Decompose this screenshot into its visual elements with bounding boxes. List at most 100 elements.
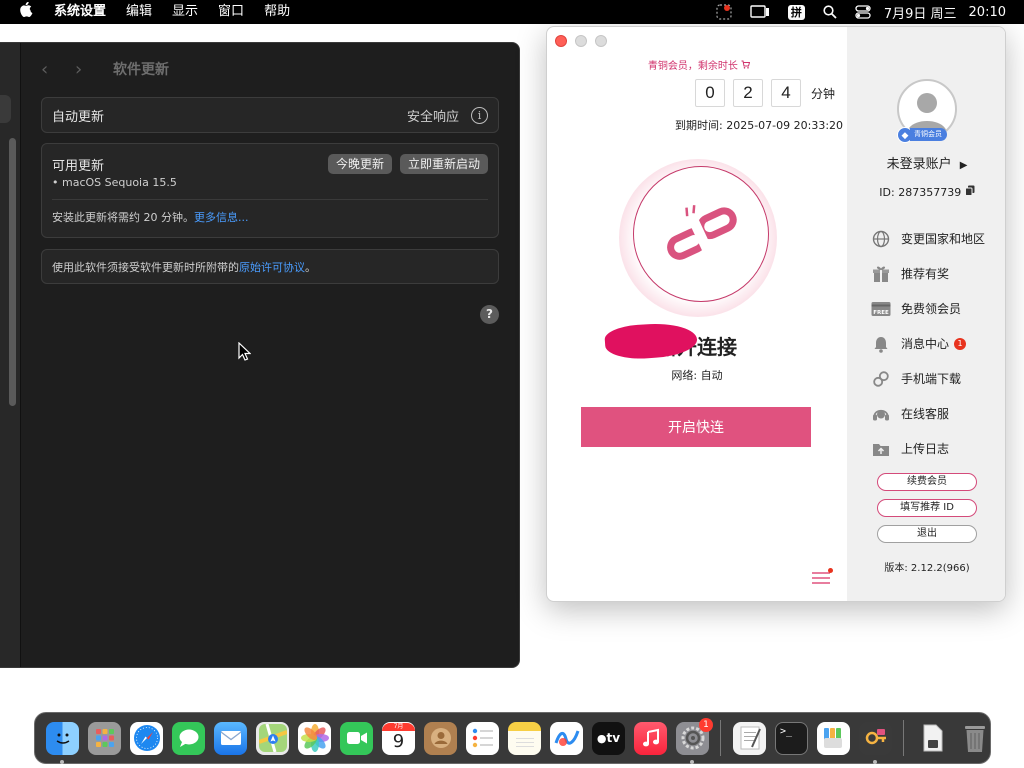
minimize-window-button[interactable] (575, 35, 587, 47)
menu-upload-log[interactable]: 上传日志 (871, 431, 985, 466)
account-id: ID: 287357739 (847, 185, 1005, 199)
menu-change-region[interactable]: 变更国家和地区 (871, 221, 985, 256)
calendar-icon[interactable]: 7月 9 (382, 721, 415, 755)
tv-label: tv (606, 731, 621, 745)
vpn-app-dock-icon[interactable] (859, 721, 892, 764)
hamburger-menu-icon[interactable] (811, 568, 833, 586)
terminal-icon[interactable]: >_ (775, 721, 808, 755)
menu-edit[interactable]: 编辑 (116, 0, 162, 24)
settings-content: ‹ › 软件更新 自动更新 安全响应 i 可用更新 今晚更新 立即重新启动 • … (21, 43, 519, 667)
menu-mobile-download[interactable]: 手机端下载 (871, 361, 985, 396)
auto-update-label: 自动更新 (52, 109, 105, 125)
license-agreement-link[interactable]: 原始许可协议 (239, 259, 305, 275)
notes-icon[interactable] (508, 721, 541, 755)
wallet-app-icon[interactable] (817, 721, 850, 755)
menubar-clock[interactable]: 20:10 (961, 5, 1024, 20)
restart-now-button[interactable]: 立即重新启动 (399, 154, 488, 174)
downloads-stack-icon[interactable] (916, 722, 949, 755)
page-title: 软件更新 (113, 62, 169, 78)
menu-referral-reward[interactable]: 推荐有奖 (871, 256, 985, 291)
menu-view[interactable]: 显示 (162, 0, 208, 24)
vpn-app-window: 青铜会员，剩余时长 0 2 4 分钟 到期时间: 2025-07-09 20:3… (546, 26, 1006, 602)
control-center-icon[interactable] (846, 0, 880, 24)
apple-menu-icon[interactable] (10, 1, 44, 22)
update-version: • macOS Sequoia 15.5 (52, 176, 177, 189)
connection-status-circle[interactable] (633, 166, 769, 302)
running-indicator (873, 759, 877, 764)
timer-digit: 4 (771, 79, 801, 107)
play-arrow-icon: ▶ (959, 160, 968, 171)
help-button[interactable]: ? (480, 305, 499, 324)
menubar-date[interactable]: 7月9日 周三 (880, 3, 961, 22)
logout-button[interactable]: 退出 (877, 525, 977, 543)
quick-connect-button[interactable]: 开启快连 (581, 407, 811, 447)
system-settings-icon[interactable]: 1 (676, 717, 713, 764)
menu-free-membership[interactable]: FREE 免费领会员 (871, 291, 985, 326)
messages-icon[interactable] (172, 721, 205, 755)
apple-tv-icon[interactable]: ● tv (592, 721, 625, 755)
copy-icon[interactable] (964, 185, 975, 199)
finder-icon[interactable] (46, 721, 79, 764)
menu-online-support[interactable]: 在线客服 (871, 396, 985, 431)
update-duration-note: 安装此更新将需约 20 分钟。更多信息... (52, 209, 488, 225)
svg-text:FREE: FREE (873, 310, 889, 316)
settings-badge: 1 (699, 717, 713, 732)
music-icon[interactable] (634, 721, 667, 755)
apple-logo-icon: ● (596, 731, 607, 745)
textedit-icon[interactable] (733, 721, 766, 755)
sidebar-scrollbar[interactable] (9, 138, 16, 406)
menu-label: 上传日志 (901, 442, 950, 456)
more-info-link[interactable]: 更多信息... (194, 211, 249, 224)
menu-window[interactable]: 窗口 (208, 0, 254, 24)
zoom-window-button[interactable] (595, 35, 607, 47)
renew-membership-button[interactable]: 续费会员 (877, 473, 977, 491)
back-arrow-icon[interactable]: ‹ (41, 59, 75, 80)
input-method-icon[interactable]: 拼 (779, 0, 814, 24)
auto-update-row[interactable]: 自动更新 安全响应 i (41, 97, 499, 133)
bell-icon (871, 335, 891, 353)
terminal-prompt-icon: >_ (780, 725, 793, 737)
display-mirroring-icon[interactable] (741, 0, 779, 24)
photos-icon[interactable] (298, 721, 331, 755)
timer-digit: 2 (733, 79, 763, 107)
cart-icon[interactable] (741, 60, 751, 72)
menu-help[interactable]: 帮助 (254, 0, 300, 24)
enter-referral-id-button[interactable]: 填写推荐 ID (877, 499, 977, 517)
menu-message-center[interactable]: 消息中心 1 (871, 326, 985, 361)
menu-bar: 系统设置 编辑 显示 窗口 帮助 拼 7月9日 周三 20:10 (0, 0, 1024, 24)
mouse-cursor-icon (238, 342, 251, 361)
trash-icon[interactable] (958, 722, 991, 755)
contacts-icon[interactable] (424, 721, 457, 755)
info-icon[interactable]: i (471, 106, 488, 124)
calendar-month: 7月 (382, 723, 415, 731)
facetime-icon[interactable] (340, 721, 373, 755)
app-version: 版本: 2.12.2(966) (884, 563, 970, 574)
maps-icon[interactable] (256, 721, 289, 755)
reminders-icon[interactable] (466, 721, 499, 755)
system-settings-window: ‹ › 软件更新 自动更新 安全响应 i 可用更新 今晚更新 立即重新启动 • … (0, 42, 520, 668)
license-card: 使用此软件须接受软件更新时所附带的 原始许可协议。 (41, 249, 499, 284)
forward-arrow-icon[interactable]: › (75, 59, 109, 80)
vpn-status-icon[interactable] (707, 0, 741, 24)
launchpad-icon[interactable] (88, 721, 121, 755)
account-name[interactable]: 未登录账户 ▶ (847, 153, 1005, 172)
calendar-day: 9 (392, 731, 405, 752)
sidebar-search-field[interactable] (0, 95, 11, 123)
menu-app-name[interactable]: 系统设置 (44, 0, 116, 24)
timer-digit: 0 (695, 79, 725, 107)
mail-icon[interactable] (214, 721, 247, 755)
account-name-text: 未登录账户 (886, 157, 952, 172)
update-tonight-button[interactable]: 今晚更新 (327, 154, 392, 174)
membership-tip: 青铜会员，剩余时长 (547, 57, 847, 72)
dock-separator (903, 720, 904, 756)
spotlight-search-icon[interactable] (814, 0, 846, 24)
available-updates-card: 可用更新 今晚更新 立即重新启动 • macOS Sequoia 15.5 安装… (41, 143, 499, 238)
freeform-icon[interactable] (550, 721, 583, 755)
settings-sidebar (0, 43, 21, 667)
safari-icon[interactable] (130, 721, 163, 755)
account-menu: 变更国家和地区 推荐有奖 FREE 免费领会员 消息中心 1 手机端下载 在线客… (871, 221, 985, 466)
settings-navigation: ‹ › 软件更新 (41, 57, 169, 81)
notification-badge: 1 (954, 337, 967, 350)
close-window-button[interactable] (555, 35, 567, 47)
membership-tip-text: 青铜会员，剩余时长 (647, 61, 738, 72)
